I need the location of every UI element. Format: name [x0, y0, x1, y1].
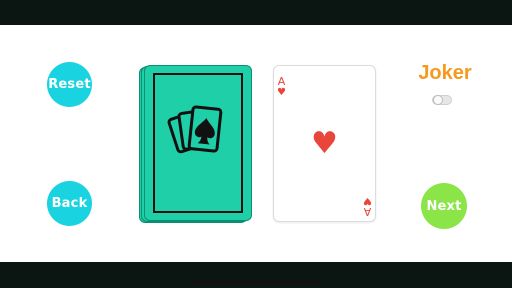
home-indicator[interactable] — [190, 280, 322, 284]
card-rank: A — [363, 205, 372, 218]
next-button[interactable]: Next — [421, 183, 467, 229]
joker-label: Joker — [418, 62, 472, 84]
joker-toggle[interactable] — [432, 95, 452, 105]
back-button[interactable]: Back — [47, 181, 92, 226]
next-button-label: Next — [426, 198, 462, 214]
card-corner-top-left: A ♥ — [277, 76, 286, 98]
heart-icon: ♥ — [363, 195, 372, 206]
reset-button[interactable]: Reset — [47, 62, 92, 107]
heart-icon: ♥ — [277, 87, 286, 98]
card-rank: A — [277, 75, 286, 88]
playing-cards-spade-icon — [167, 105, 223, 154]
back-button-label: Back — [51, 196, 88, 211]
card-corner-bottom-right: A ♥ — [363, 195, 372, 218]
game-screen: Reset Back Next A ♥ ♥ A ♥ Joker — [0, 25, 512, 284]
heart-icon: ♥ — [311, 126, 338, 161]
card-deck[interactable] — [139, 65, 253, 223]
deck-top-card — [144, 65, 252, 221]
reset-button-label: Reset — [48, 77, 91, 92]
toggle-knob — [433, 95, 443, 105]
ace-of-hearts-card[interactable]: A ♥ ♥ A ♥ — [273, 65, 376, 222]
